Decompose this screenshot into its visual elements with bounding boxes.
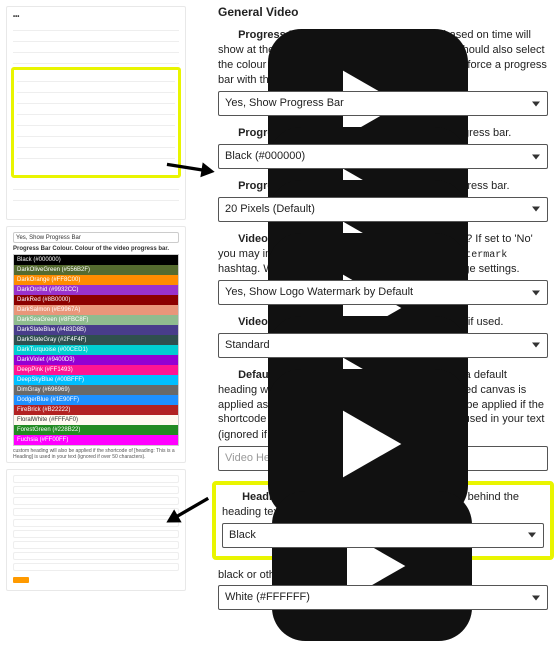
left-thumbnail-column: ••• Yes, Show Progress Bar Progress Bar … [6,6,186,591]
colour-option[interactable]: DimGray (#696969) [14,385,178,395]
field-progress-bar: Progress Bar. If selected, a progress ba… [218,28,548,116]
field-default-heading: Default Video Heading. If populated with… [218,368,548,471]
settings-thumb-colours: Yes, Show Progress Bar Progress Bar Colo… [6,226,186,463]
field-progress-colour: Progress Bar Colour. Colour of the video… [218,126,548,169]
heading-bg-select[interactable]: Black [222,523,544,548]
field-progress-height: Progress Bar Height. Height of the video… [218,179,548,222]
progress-height-select[interactable]: 20 Pixels (Default) [218,197,548,222]
colour-option[interactable]: DarkSlateBlue (#483D8B) [14,325,178,335]
main-settings-panel: General Video Progress Bar. If selected,… [218,4,548,620]
colour-option[interactable]: DeepSkyBlue (#00BFFF) [14,375,178,385]
colour-option[interactable]: Black (#000000) [14,255,178,265]
watermark-size-select[interactable]: Standard [218,333,548,358]
save-badge-icon [13,577,29,583]
progress-colour-select[interactable]: Black (#000000) [218,144,548,169]
section-title: General Video [218,4,548,20]
youtube-icon [222,491,236,501]
field-heading-bg: Heading Background Colour. Colour shown … [222,490,544,548]
colour-option[interactable]: ForestGreen (#228B22) [14,425,178,435]
colour-dropdown-open: Black (#000000)DarkOliveGreen (#556B2F)D… [13,254,179,446]
heading-text-colour-select[interactable]: White (#FFFFFF) [218,585,548,610]
colour-option[interactable]: DarkOrange (#FF8C00) [14,275,178,285]
youtube-icon [218,233,232,243]
colour-option[interactable]: DarkOliveGreen (#556B2F) [14,265,178,275]
field-watermark: Video Watermark. Show watermark by defau… [218,232,548,305]
settings-thumb-bottom [6,469,186,591]
thumb-progress-bar-select: Yes, Show Progress Bar [13,232,179,243]
thumb-tail-text: custom heading will also be applied if t… [13,448,179,460]
youtube-icon [218,127,232,137]
settings-thumb-top: ••• [6,6,186,220]
colour-option[interactable]: DeepPink (#FF1493) [14,365,178,375]
highlight-box-top [11,67,181,178]
youtube-icon [218,316,232,326]
highlight-heading-bg: Heading Background Colour. Colour shown … [212,481,554,560]
colour-option[interactable]: DarkSeaGreen (#8FBC8F) [14,315,178,325]
youtube-icon [218,180,232,190]
colour-option[interactable]: DarkSlateGray (#2F4F4F) [14,335,178,345]
colour-option[interactable]: DarkSalmon (#E9967A) [14,305,178,315]
thumb-progress-colour-label: Progress Bar Colour. Colour of the video… [13,246,179,252]
colour-option[interactable]: DarkTurquoise (#00CED1) [14,345,178,355]
youtube-icon [218,369,232,379]
youtube-icon [218,29,232,39]
colour-option[interactable]: FireBrick (#B22222) [14,405,178,415]
colour-option[interactable]: DarkRed (#8B0000) [14,295,178,305]
colour-option[interactable]: FloralWhite (#FFFAF0) [14,415,178,425]
colour-option[interactable]: DarkOrchid (#9932CC) [14,285,178,295]
progress-bar-select[interactable]: Yes, Show Progress Bar [218,91,548,116]
colour-option[interactable]: Fuchsia (#FF00FF) [14,435,178,445]
watermark-select[interactable]: Yes, Show Logo Watermark by Default [218,280,548,305]
colour-option[interactable]: DodgerBlue (#1E90FF) [14,395,178,405]
colour-option[interactable]: DarkViolet (#9400D3) [14,355,178,365]
field-watermark-size: Video Watermark Size. Size of the waterm… [218,315,548,358]
